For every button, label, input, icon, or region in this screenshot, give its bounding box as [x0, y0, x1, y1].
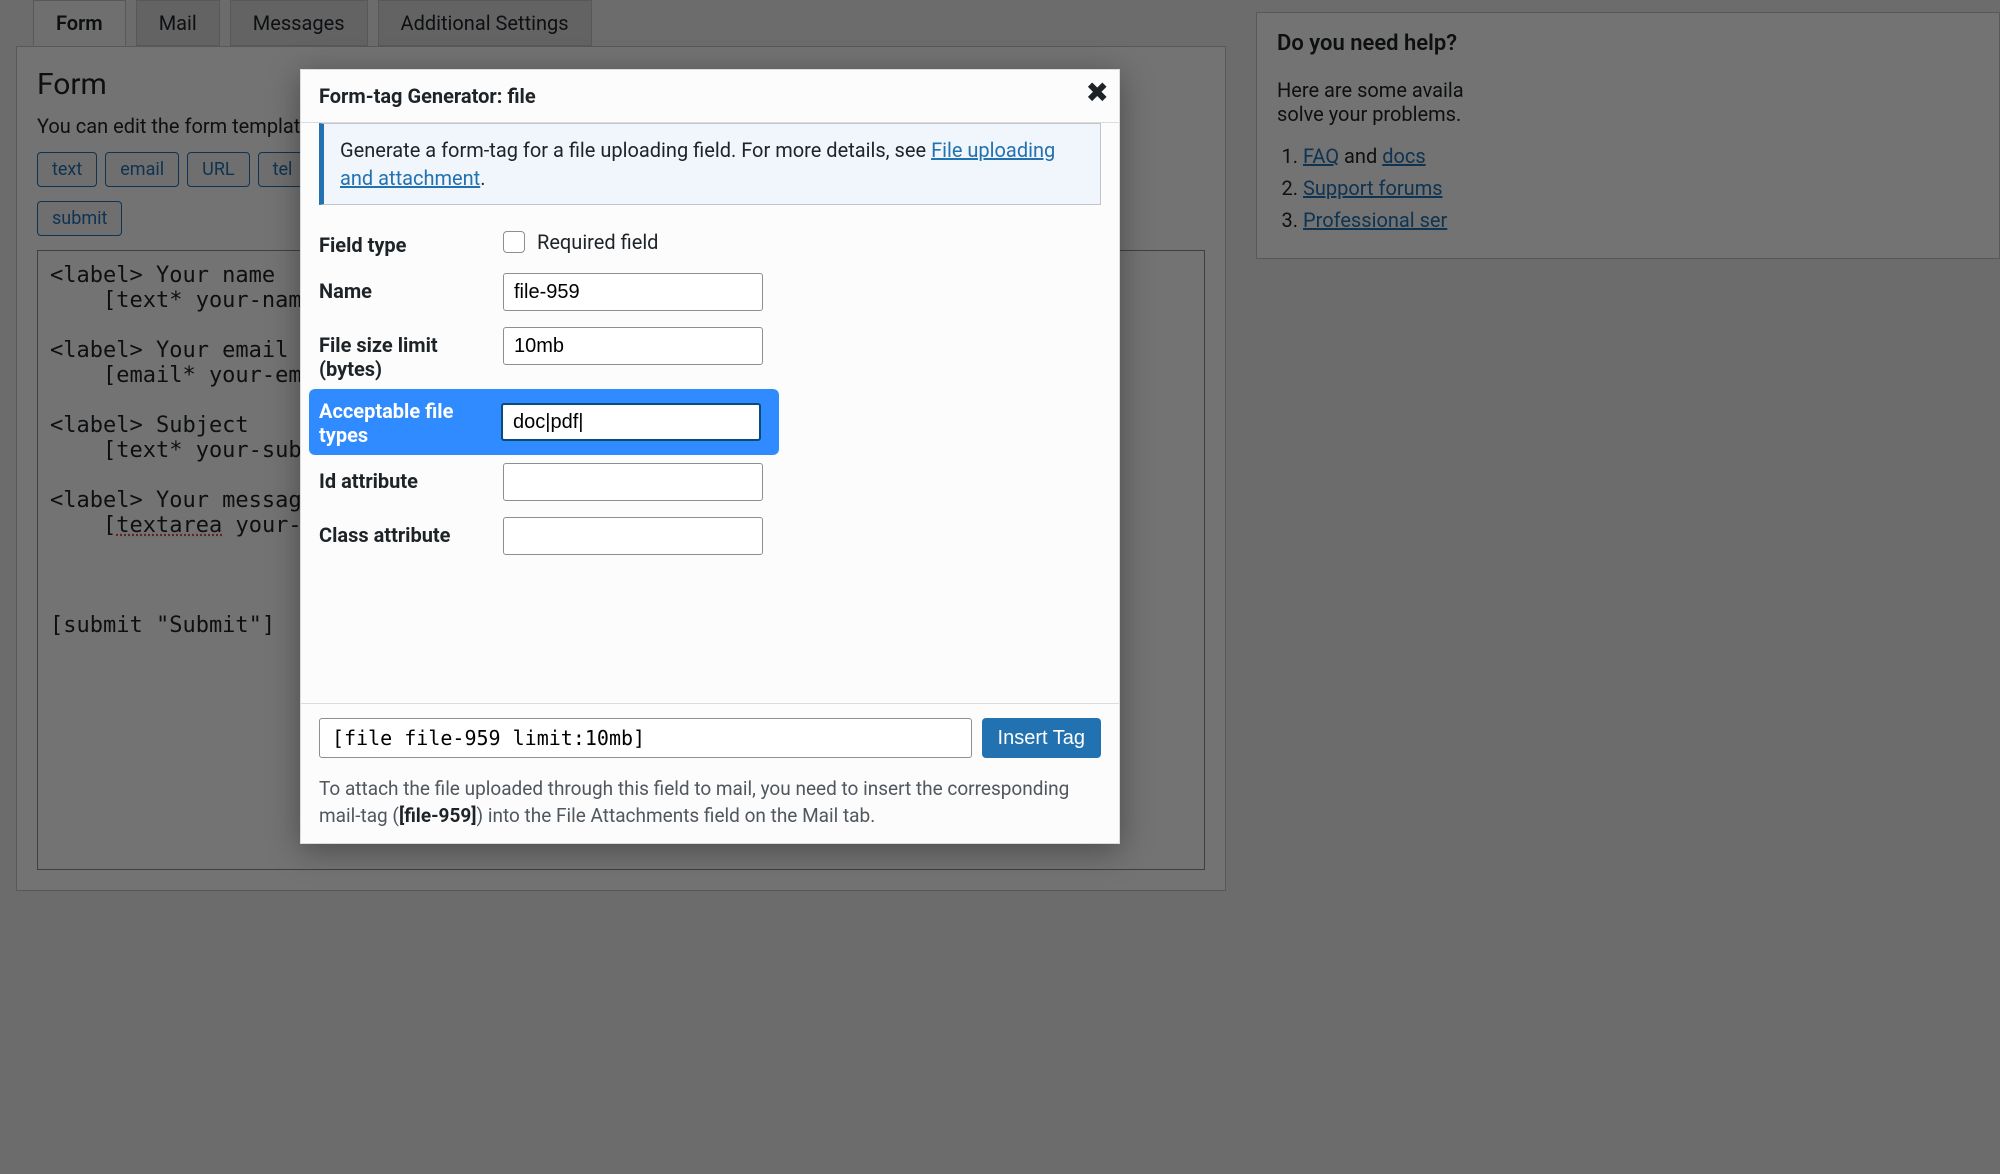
label-file-size: File size limit (bytes) [319, 327, 503, 381]
label-class-attr: Class attribute [319, 517, 503, 555]
file-types-input[interactable] [501, 403, 761, 441]
label-field-type: Field type [319, 227, 503, 257]
name-input[interactable] [503, 273, 763, 311]
modal-spacer [319, 563, 1101, 703]
row-id-attr: Id attribute [319, 455, 1101, 509]
file-size-input[interactable] [503, 327, 763, 365]
row-name: Name [319, 265, 1101, 319]
row-file-types-highlighted: Acceptable file types [309, 389, 779, 455]
row-class-attr: Class attribute [319, 509, 1101, 563]
modal-body: Generate a form-tag for a file uploading… [301, 123, 1119, 703]
info-box: Generate a form-tag for a file uploading… [319, 123, 1101, 205]
generated-tag-output[interactable] [319, 718, 972, 758]
row-field-type: Field type Required field [319, 219, 1101, 265]
label-name: Name [319, 273, 503, 311]
label-id-attr: Id attribute [319, 463, 503, 501]
modal-header: Form-tag Generator: file ✖ [301, 70, 1119, 123]
form-tag-generator-modal: Form-tag Generator: file ✖ Generate a fo… [300, 69, 1120, 844]
row-file-size: File size limit (bytes) [319, 319, 1101, 389]
label-file-types: Acceptable file types [319, 397, 501, 447]
required-checkbox[interactable] [503, 231, 525, 253]
class-attr-input[interactable] [503, 517, 763, 555]
modal-footer: Insert Tag To attach the file uploaded t… [301, 703, 1119, 843]
footer-note: To attach the file uploaded through this… [319, 776, 1101, 829]
required-label: Required field [537, 230, 658, 254]
modal-title: Form-tag Generator: file [319, 84, 536, 108]
id-attr-input[interactable] [503, 463, 763, 501]
close-icon[interactable]: ✖ [1086, 76, 1109, 109]
insert-tag-button[interactable]: Insert Tag [982, 718, 1101, 758]
